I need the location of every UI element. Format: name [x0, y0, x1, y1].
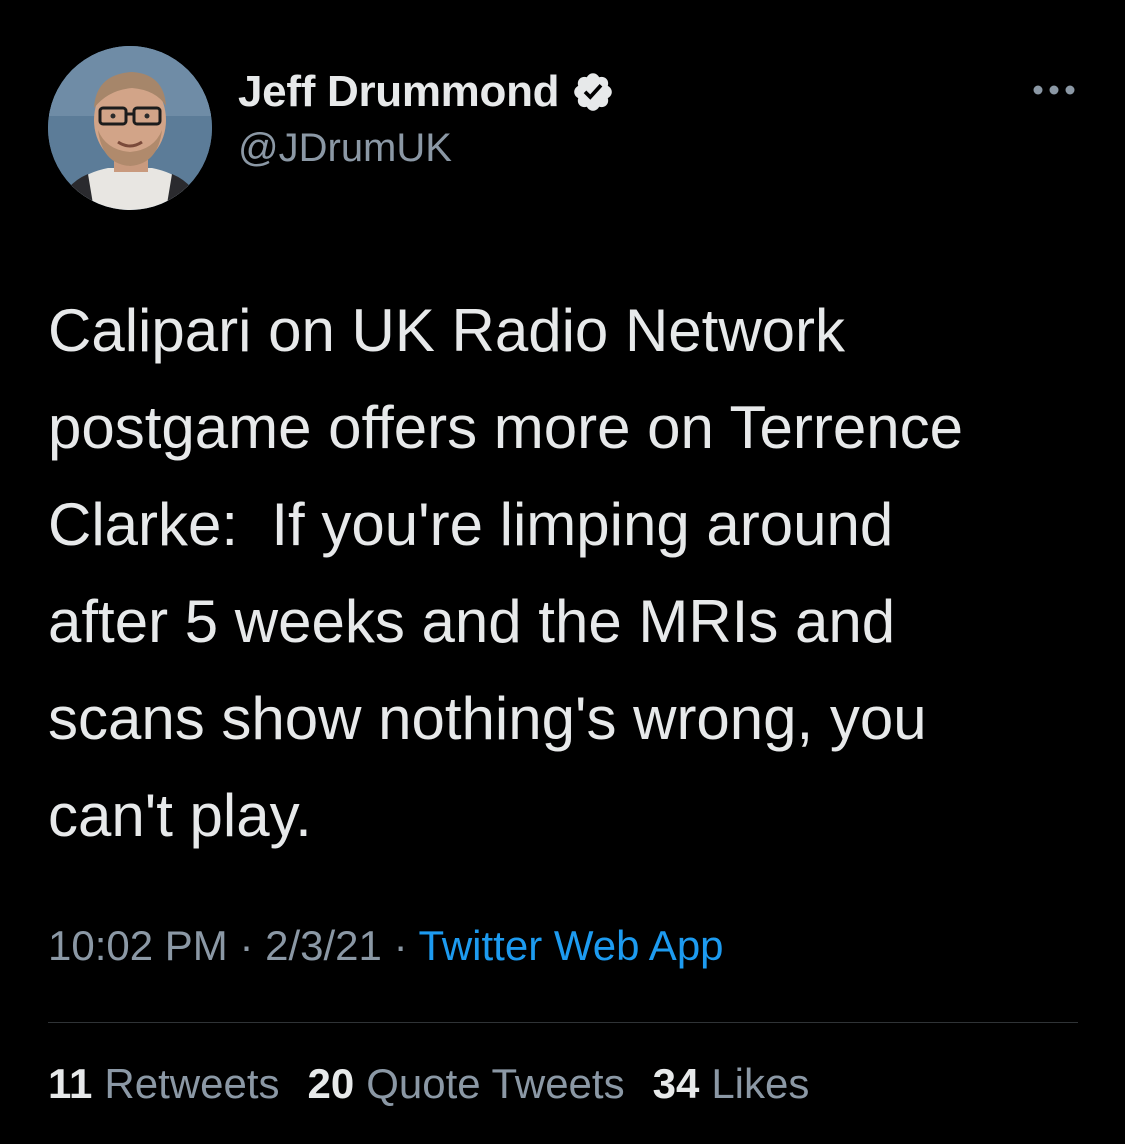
retweets-count: 11 [48, 1060, 93, 1107]
display-name[interactable]: Jeff Drummond [238, 67, 560, 117]
tweet-detail: Jeff Drummond @JDrumUK Calipari on UK Ra… [0, 0, 1125, 1144]
avatar[interactable] [48, 46, 212, 210]
tweet-stats: 11 Retweets 20 Quote Tweets 34 Likes [48, 1060, 837, 1108]
likes-label: Likes [711, 1060, 810, 1107]
more-options-icon[interactable] [1030, 80, 1078, 100]
retweets-stat[interactable]: 11 Retweets [48, 1060, 279, 1108]
quote-tweets-stat[interactable]: 20 Quote Tweets [307, 1060, 624, 1108]
tweet-meta: 10:02 PM · 2/3/21 · Twitter Web App [48, 922, 724, 970]
avatar-image [48, 46, 212, 210]
tweet-date[interactable]: 2/3/21 [265, 922, 382, 969]
tweet-source-link[interactable]: Twitter Web App [419, 922, 724, 969]
user-handle[interactable]: @JDrumUK [238, 126, 615, 171]
verified-badge-icon [571, 70, 615, 114]
divider [48, 1022, 1078, 1023]
likes-count: 34 [652, 1060, 700, 1107]
quote-tweets-count: 20 [307, 1060, 355, 1107]
likes-stat[interactable]: 34 Likes [653, 1060, 810, 1108]
display-name-row: Jeff Drummond [238, 66, 615, 118]
retweets-label: Retweets [104, 1060, 280, 1107]
quote-tweets-label: Quote Tweets [366, 1060, 625, 1107]
author-names: Jeff Drummond @JDrumUK [238, 66, 615, 171]
meta-separator: · [239, 922, 254, 969]
tweet-text: Calipari on UK Radio Network postgame of… [48, 297, 963, 849]
tweet-time[interactable]: 10:02 PM [48, 922, 228, 969]
tweet-header: Jeff Drummond @JDrumUK [48, 46, 1078, 210]
meta-separator: · [393, 922, 408, 969]
